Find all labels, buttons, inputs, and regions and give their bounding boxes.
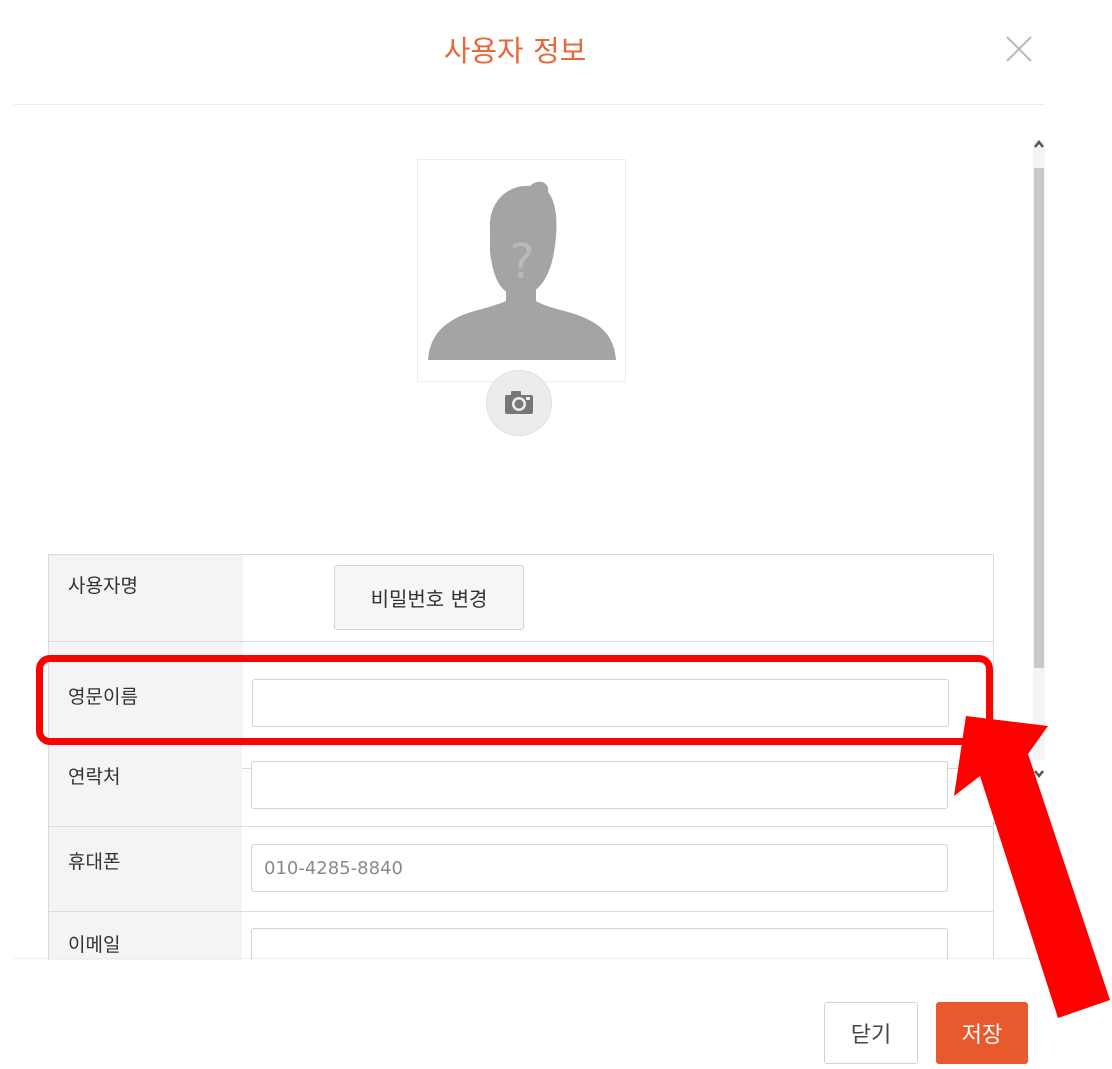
header-divider bbox=[14, 104, 1044, 105]
save-button[interactable]: 저장 bbox=[936, 1002, 1028, 1064]
close-icon[interactable] bbox=[1004, 34, 1034, 64]
username-label: 사용자명 bbox=[68, 575, 138, 597]
mobile-input[interactable] bbox=[251, 844, 948, 892]
contact-input[interactable] bbox=[251, 761, 948, 809]
username-row: 사용자명 비밀번호 변경 bbox=[49, 555, 993, 641]
close-button[interactable]: 닫기 bbox=[824, 1002, 918, 1064]
contact-row: 연락처 bbox=[48, 742, 994, 826]
scroll-up-icon[interactable] bbox=[1032, 136, 1046, 150]
profile-photo: ? bbox=[417, 159, 626, 382]
highlight-annotation bbox=[36, 655, 993, 745]
svg-text:?: ? bbox=[509, 234, 534, 290]
camera-icon bbox=[505, 391, 533, 414]
footer-divider bbox=[14, 958, 1044, 959]
email-input[interactable] bbox=[251, 928, 948, 960]
email-label: 이메일 bbox=[68, 934, 121, 956]
mobile-label: 휴대폰 bbox=[68, 851, 121, 873]
contact-label: 연락처 bbox=[68, 766, 121, 788]
camera-button[interactable] bbox=[486, 370, 552, 436]
person-placeholder-icon: ? bbox=[428, 181, 616, 360]
modal-title: 사용자 정보 bbox=[443, 34, 587, 68]
email-row: 이메일 bbox=[48, 912, 994, 960]
mobile-row: 휴대폰 bbox=[48, 827, 994, 911]
scrollbar-thumb[interactable] bbox=[1034, 168, 1044, 668]
user-info-modal: 사용자 정보 ? 사용자명 비밀번호 변경 영문이름 연락처 휴대폰 010-4… bbox=[0, 0, 1112, 1069]
red-arrow-annotation bbox=[954, 716, 1110, 1018]
change-password-button[interactable]: 비밀번호 변경 bbox=[334, 565, 524, 630]
